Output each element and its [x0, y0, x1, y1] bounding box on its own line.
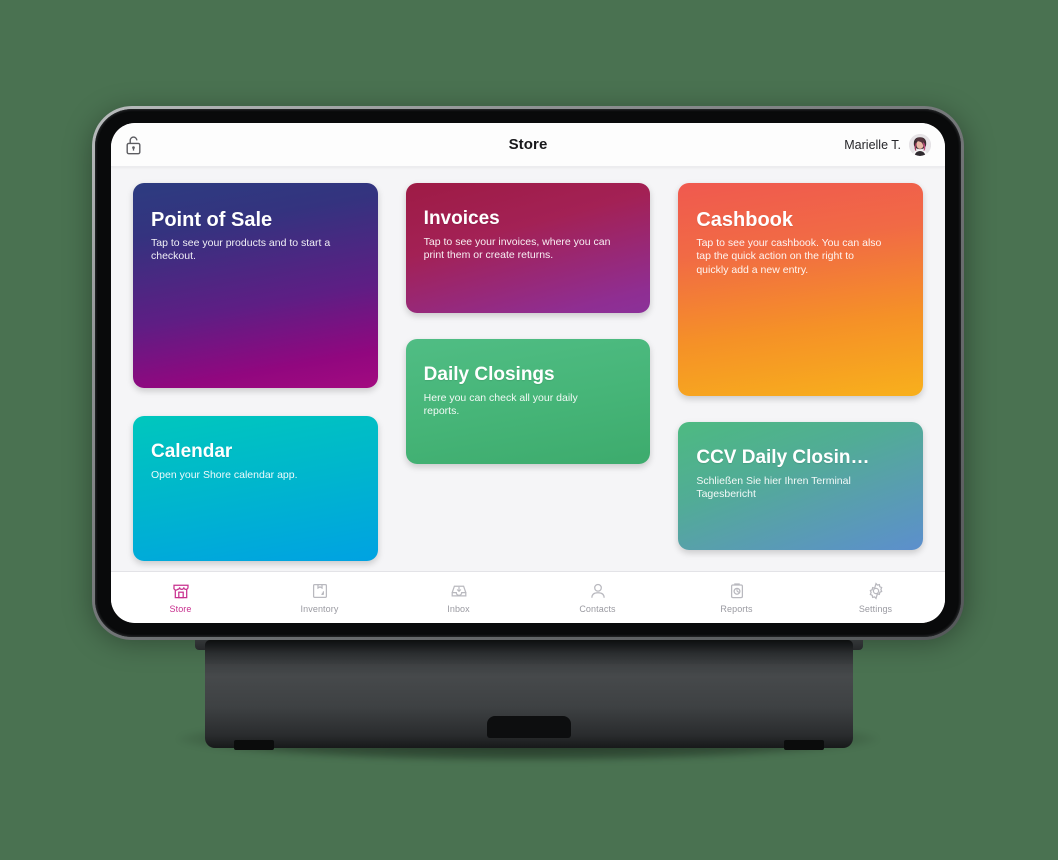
tile-cashbook[interactable]: Cashbook Tap to see your cashbook. You c… — [678, 183, 924, 396]
tab-store[interactable]: Store — [111, 581, 250, 614]
tablet-device: Store Marielle T. Point of Sale Tap to s… — [92, 106, 964, 640]
dashboard-tiles: Point of Sale Tap to see your products a… — [111, 167, 945, 571]
tile-subtitle: Schließen Sie hier Ihren Terminal Tagesb… — [696, 474, 851, 501]
tile-point-of-sale[interactable]: Point of Sale Tap to see your products a… — [133, 183, 378, 388]
tile-title: Point of Sale — [151, 209, 273, 231]
device-foot-right — [784, 740, 824, 750]
tab-inventory[interactable]: Inventory — [250, 581, 389, 614]
unlocked-padlock-icon[interactable] — [125, 135, 142, 155]
tile-title: Cashbook — [696, 209, 794, 231]
tab-reports[interactable]: Reports — [667, 581, 806, 614]
tile-subtitle: Tap to see your products and to start a … — [151, 237, 331, 263]
tablet-bezel: Store Marielle T. Point of Sale Tap to s… — [95, 109, 961, 637]
tab-label: Inbox — [447, 604, 470, 614]
tile-title: Daily Closings — [423, 365, 555, 385]
tiles-column-2: Invoices Tap to see your invoices, where… — [405, 183, 651, 464]
person-icon — [588, 581, 608, 601]
tile-subtitle: Here you can check all your daily report… — [423, 391, 578, 418]
device-foot-left — [234, 740, 274, 750]
tile-daily-closings[interactable]: Daily Closings Here you can check all yo… — [405, 339, 651, 464]
nav-left-group — [125, 135, 528, 155]
box-icon — [310, 581, 330, 601]
tab-label: Contacts — [579, 604, 616, 614]
tile-invoices[interactable]: Invoices Tap to see your invoices, where… — [405, 183, 651, 313]
storefront-icon — [171, 581, 191, 601]
clipboard-chart-icon — [727, 581, 747, 601]
tile-subtitle: Open your Shore calendar app. — [151, 468, 298, 481]
tab-label: Store — [169, 604, 192, 614]
tab-label: Inventory — [300, 604, 339, 614]
tab-label: Reports — [720, 604, 753, 614]
bottom-tab-bar: Store Inventory Inbox Contacts Reports S… — [111, 571, 945, 623]
tile-title: CCV Daily Closin… — [696, 448, 870, 468]
tile-calendar[interactable]: Calendar Open your Shore calendar app. — [133, 416, 378, 561]
tile-title: Invoices — [423, 209, 500, 229]
tiles-column-1: Point of Sale Tap to see your products a… — [133, 183, 378, 561]
app-screen: Store Marielle T. Point of Sale Tap to s… — [111, 123, 945, 623]
tile-ccv-daily-closing[interactable]: CCV Daily Closin… Schließen Sie hier Ihr… — [678, 422, 924, 550]
avatar[interactable] — [909, 133, 931, 156]
tile-subtitle: Tap to see your cashbook. You can also t… — [696, 237, 882, 276]
tab-inbox[interactable]: Inbox — [389, 581, 528, 614]
tiles-column-3: Cashbook Tap to see your cashbook. You c… — [678, 183, 924, 550]
tile-subtitle: Tap to see your invoices, where you can … — [423, 235, 611, 262]
user-name-label: Marielle T. — [844, 137, 901, 152]
top-navigation-bar: Store Marielle T. — [111, 123, 945, 167]
tab-settings[interactable]: Settings — [806, 581, 945, 614]
device-scene: Store Marielle T. Point of Sale Tap to s… — [0, 0, 1058, 860]
tile-title: Calendar — [151, 442, 233, 462]
device-base-ridge — [205, 640, 853, 664]
nav-right-group: Marielle T. — [528, 133, 931, 156]
inbox-tray-icon — [449, 581, 469, 601]
gear-icon — [866, 581, 886, 601]
tab-label: Settings — [858, 604, 893, 614]
device-base-notch — [487, 716, 571, 738]
tab-contacts[interactable]: Contacts — [528, 581, 667, 614]
